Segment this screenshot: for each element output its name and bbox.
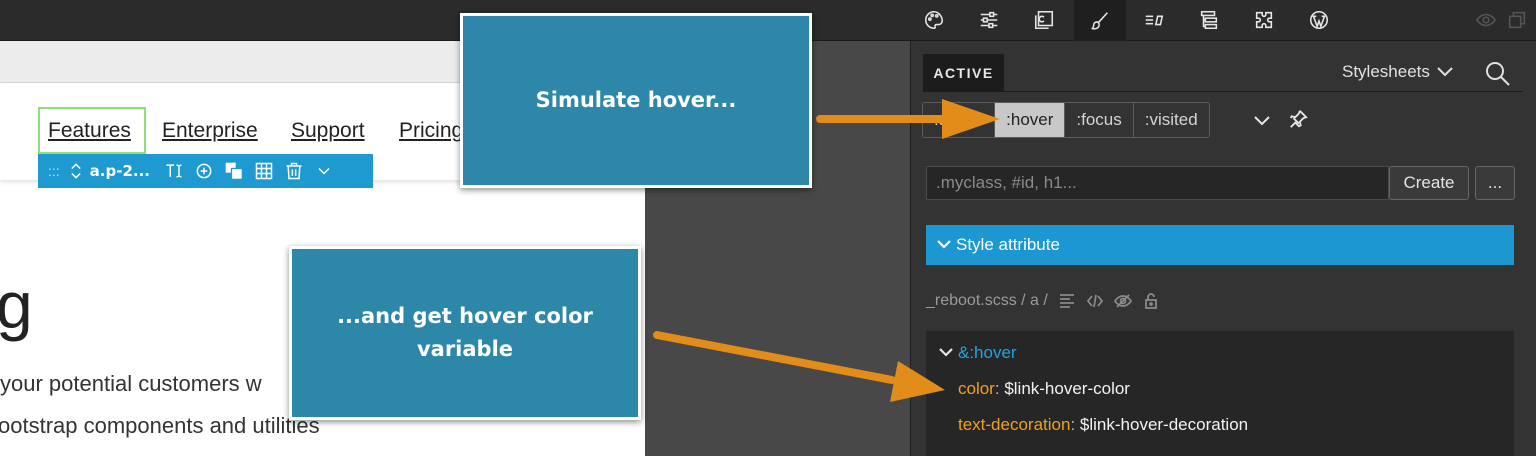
declaration-value: $link-hover-decoration [1079, 415, 1249, 434]
tab-divider [923, 91, 1523, 92]
state-visited[interactable]: :visited [1134, 103, 1209, 137]
declaration-color[interactable]: color: $link-hover-color [958, 379, 1130, 399]
state-hover[interactable]: :hover [995, 103, 1066, 137]
declaration-property: color [958, 379, 995, 398]
state-focus[interactable]: :focus [1065, 103, 1134, 137]
palette-icon[interactable] [921, 8, 947, 32]
stylesheets-dropdown[interactable]: Stylesheets [1342, 62, 1454, 82]
chevron-down-icon [1437, 67, 1453, 77]
declaration-colon: : [1070, 415, 1080, 434]
rule-source-path: _reboot.scss / a / [926, 292, 1160, 310]
chevron-down-icon [939, 348, 953, 357]
text-lines-icon[interactable] [1141, 8, 1167, 32]
declaration-colon: : [994, 379, 1005, 398]
rule-selector: &:hover [958, 343, 1017, 362]
stylesheets-label: Stylesheets [1342, 62, 1430, 81]
style-attribute-section[interactable]: Style attribute [926, 225, 1514, 265]
tab-active[interactable]: ACTIVE [923, 54, 1004, 92]
brush-icon[interactable] [1074, 0, 1126, 41]
hover-rule-header[interactable]: &:hover [938, 343, 1017, 363]
lead-text-line-2: ootstrap components and utilities [0, 413, 320, 438]
state-active[interactable]: :active [923, 103, 996, 137]
callout-color-line-1: ...and get hover color [337, 304, 593, 329]
lock-icon[interactable] [1142, 292, 1160, 310]
rule-path-label: _reboot.scss / a / [926, 292, 1048, 309]
sliders-icon[interactable] [976, 8, 1002, 32]
code-icon[interactable] [1086, 292, 1104, 310]
puzzle-icon[interactable] [1251, 8, 1277, 32]
window-icon[interactable] [1504, 8, 1530, 32]
declaration-property: text-decoration [958, 415, 1071, 434]
chevron-down-icon [937, 240, 951, 249]
callout-hover-color: ...and get hover color variable [289, 246, 641, 420]
lead-text-line-1: your potential customers w [0, 371, 262, 396]
selector-input[interactable] [926, 166, 1389, 200]
search-icon[interactable] [1484, 60, 1512, 88]
pin-icon[interactable] [1288, 109, 1310, 131]
code-block-icon[interactable] [1031, 8, 1057, 32]
callout-simulate-hover: Simulate hover... [460, 13, 812, 188]
chevron-down-icon[interactable] [1252, 110, 1272, 130]
wordpress-icon[interactable] [1306, 8, 1332, 32]
tree-icon[interactable] [1196, 8, 1222, 32]
style-attribute-label: Style attribute [956, 235, 1060, 254]
page-heading-fragment: g [0, 268, 33, 342]
declaration-value: $link-hover-color [1004, 379, 1130, 398]
pseudo-state-toggles: :active :hover :focus :visited [922, 102, 1210, 138]
more-options-button[interactable]: ... [1475, 166, 1515, 200]
eye-icon[interactable] [1473, 8, 1499, 32]
eye-slash-icon[interactable] [1113, 292, 1132, 310]
create-button[interactable]: Create [1389, 166, 1469, 200]
callout-hover-text: Simulate hover... [535, 88, 737, 113]
declaration-text-decoration[interactable]: text-decoration: $link-hover-decoration [958, 415, 1248, 435]
align-icon[interactable] [1058, 292, 1076, 310]
callout-color-line-2: variable [416, 337, 514, 361]
